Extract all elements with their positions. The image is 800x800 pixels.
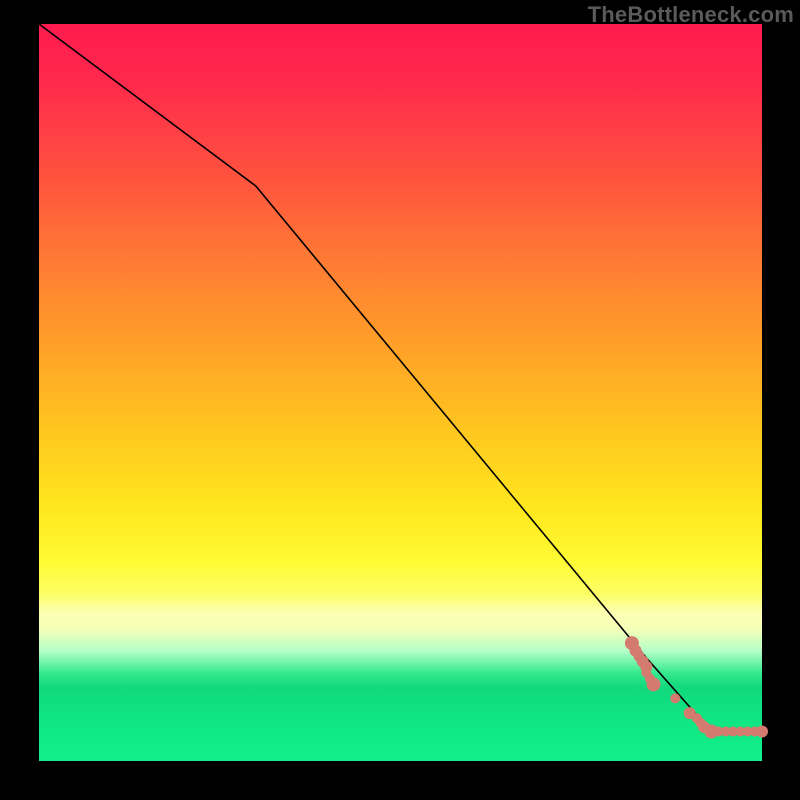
marker-group: [625, 636, 768, 738]
plot-area: [39, 24, 762, 761]
chart-frame: TheBottleneck.com: [0, 0, 800, 800]
watermark-text: TheBottleneck.com: [588, 2, 794, 28]
marker-dot: [670, 693, 680, 703]
main-curve: [39, 24, 762, 732]
marker-dot: [756, 726, 768, 738]
plot-svg: [39, 24, 762, 761]
marker-dot: [647, 677, 661, 691]
